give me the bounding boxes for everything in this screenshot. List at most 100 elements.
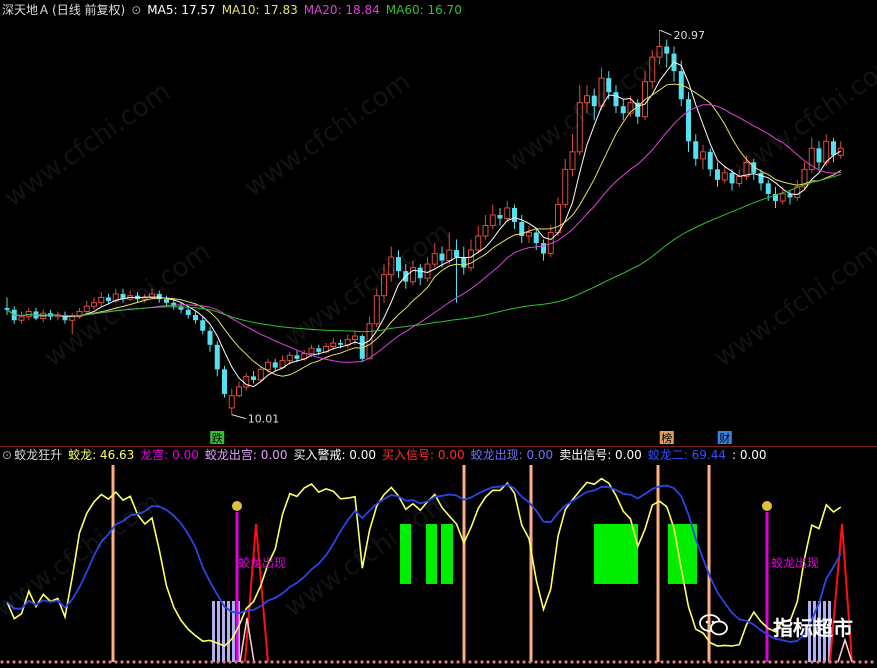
baseline-dot <box>618 660 622 664</box>
ma20-legend: MA20: 18.84 <box>303 3 380 17</box>
high-pointer <box>659 29 672 36</box>
baseline-dot <box>192 660 196 664</box>
jlcx-label: 蛟龙出现 <box>771 555 819 570</box>
ma10-legend: MA10: 17.83 <box>221 3 298 17</box>
high-label: 20.97 <box>674 29 706 42</box>
baseline-dot <box>84 660 88 664</box>
baseline-dot <box>360 660 364 664</box>
baseline-dot <box>48 660 52 664</box>
coin-icon <box>762 501 772 511</box>
baseline-dot <box>408 660 412 664</box>
baseline-dot <box>36 660 40 664</box>
mrjj-legend: 买入警戒: 0.00 <box>293 448 377 462</box>
baseline-dot <box>66 660 70 664</box>
baseline-dot <box>12 660 16 664</box>
marker-die: 跌 <box>212 431 223 445</box>
jlcx-legend: 蛟龙出现: 0.00 <box>470 448 554 462</box>
baseline-dot <box>234 660 238 664</box>
baseline-dot <box>822 660 826 664</box>
coin-icon <box>232 501 242 511</box>
baseline-dot <box>606 660 610 664</box>
baseline-dot <box>456 660 460 664</box>
baseline-dot <box>240 660 244 664</box>
baseline-dot <box>612 660 616 664</box>
baseline-dot <box>666 660 670 664</box>
baseline-dot <box>432 660 436 664</box>
candle-body-down <box>214 344 220 370</box>
extra-legend: : 0.00 <box>731 448 767 462</box>
baseline-dot <box>834 660 838 664</box>
baseline-dot <box>528 660 532 664</box>
lavender-bar <box>232 601 235 662</box>
baseline-dot <box>708 660 712 664</box>
baseline-dot <box>582 660 586 664</box>
candle-body-up <box>823 140 830 163</box>
candle-body-up <box>489 214 496 227</box>
panel-divider <box>0 446 877 447</box>
baseline-dot <box>504 660 508 664</box>
baseline-dot <box>798 660 802 664</box>
candle-body-up <box>228 395 235 409</box>
candle-body-up <box>330 342 337 348</box>
baseline-dot <box>18 660 22 664</box>
period: (日线 前复权) <box>52 3 126 17</box>
baseline-dot <box>96 660 100 664</box>
baseline-dot <box>600 660 604 664</box>
baseline-dot <box>786 660 790 664</box>
candle-body-up <box>721 172 728 181</box>
candle-body-down <box>533 232 539 244</box>
stock-name: 深天地Ａ <box>2 3 51 17</box>
baseline-dot <box>228 660 232 664</box>
candle-body-down <box>294 355 300 359</box>
candle-body-up <box>308 347 315 355</box>
candle-body-down <box>439 253 445 261</box>
baseline-dot <box>720 660 724 664</box>
baseline-dot <box>540 660 544 664</box>
baseline-dot <box>576 660 580 664</box>
settings-icon[interactable]: ⊙ <box>131 3 141 17</box>
baseline-dot <box>570 660 574 664</box>
green-block <box>441 524 453 584</box>
settings-icon[interactable]: ⊙ <box>2 448 12 462</box>
ma5-legend: MA5: 17.57 <box>147 3 216 17</box>
baseline-dot <box>90 660 94 664</box>
baseline-dot <box>102 660 106 664</box>
candle-body-down <box>729 172 735 184</box>
baseline-dot <box>132 660 136 664</box>
low-label: 10.01 <box>248 413 280 426</box>
candle-body-up <box>555 203 561 234</box>
baseline-dot <box>852 660 856 664</box>
candle-body-up <box>98 296 105 304</box>
candle-body-down <box>454 250 459 258</box>
buy-line <box>765 512 769 662</box>
baseline-dot <box>150 660 154 664</box>
baseline-dot <box>768 660 772 664</box>
red-spike <box>829 523 853 663</box>
candle-body-down <box>715 169 720 180</box>
baseline-dot <box>108 660 112 664</box>
baseline-dot <box>348 660 352 664</box>
baseline-dot <box>726 660 730 664</box>
low-pointer <box>231 414 246 420</box>
baseline-dot <box>438 660 442 664</box>
baseline-dot <box>186 660 190 664</box>
baseline-dot <box>324 660 328 664</box>
baseline-dot <box>810 660 814 664</box>
baseline-dot <box>444 660 448 664</box>
candle-body-down <box>765 183 771 194</box>
baseline-dot <box>300 660 304 664</box>
baseline-dot <box>354 660 358 664</box>
candle-body-up <box>468 249 474 269</box>
baseline-dot <box>510 660 514 664</box>
candle-body-down <box>686 99 691 142</box>
baseline-dot <box>552 660 556 664</box>
baseline-dot <box>330 660 334 664</box>
baseline-dot <box>144 660 148 664</box>
mcxh-legend: 卖出信号: 0.00 <box>559 448 642 462</box>
baseline-dot <box>486 660 490 664</box>
baseline-dot <box>594 660 598 664</box>
baseline-dot <box>780 660 784 664</box>
candle-body-down <box>831 141 836 156</box>
baseline-dot <box>270 660 274 664</box>
baseline-dot <box>252 660 256 664</box>
